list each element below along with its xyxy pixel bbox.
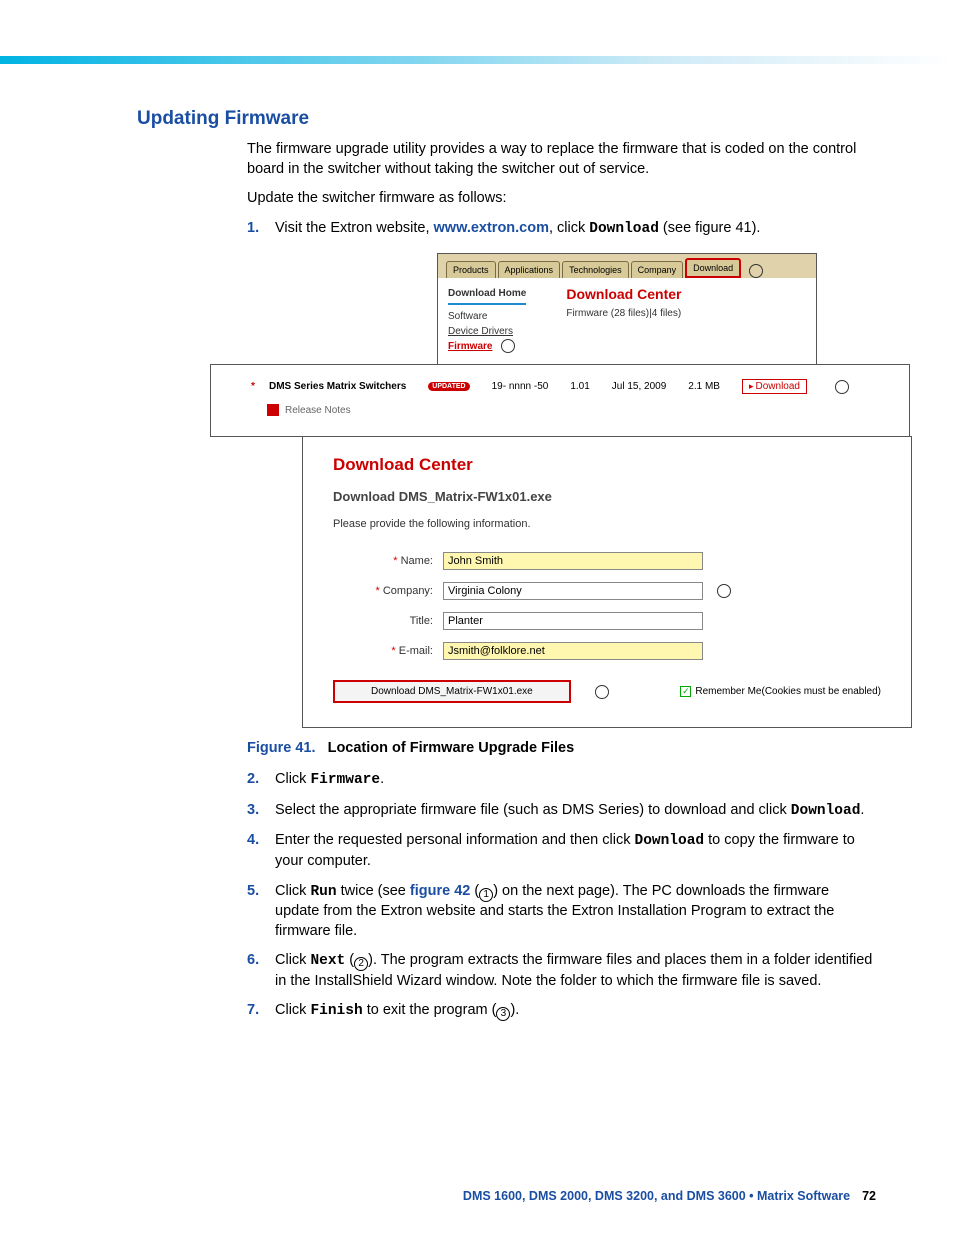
download-center-title: Download Center bbox=[566, 286, 681, 302]
hand-cursor-icon bbox=[501, 339, 515, 353]
page-footer: DMS 1600, DMS 2000, DMS 3200, and DMS 36… bbox=[463, 1189, 876, 1203]
circled-2-icon: 2 bbox=[354, 957, 368, 971]
label-company: * Company: bbox=[333, 585, 433, 597]
hand-cursor-icon bbox=[749, 264, 763, 278]
step-7-text: Click Finish to exit the program (3). bbox=[275, 1001, 877, 1022]
download-file-name: Download DMS_Matrix-FW1x01.exe bbox=[333, 489, 881, 504]
firmware-version: 1.01 bbox=[570, 381, 589, 392]
nav-firmware[interactable]: Firmware bbox=[448, 341, 492, 352]
figure-caption: Figure 41. Location of Firmware Upgrade … bbox=[247, 740, 877, 756]
tab-technologies[interactable]: Technologies bbox=[562, 261, 629, 278]
step-6-text: Click Next (2). The program extracts the… bbox=[275, 951, 877, 991]
pdf-icon bbox=[267, 404, 279, 416]
label-email: * E-mail: bbox=[333, 645, 433, 657]
website-tabs: Products Applications Technologies Compa… bbox=[438, 254, 816, 278]
step-number-7: 7. bbox=[247, 1001, 275, 1022]
firmware-part-number: 19- nnnn -50 bbox=[492, 381, 549, 392]
step-5-text: Click Run twice (see figure 42 (1) on th… bbox=[275, 882, 877, 942]
label-title: Title: bbox=[333, 615, 433, 627]
step-number-1: 1. bbox=[247, 219, 275, 240]
tab-products[interactable]: Products bbox=[446, 261, 496, 278]
hand-cursor-icon bbox=[595, 685, 609, 699]
firmware-item-name: DMS Series Matrix Switchers bbox=[269, 381, 406, 392]
top-color-bar bbox=[0, 56, 954, 64]
download-link[interactable]: Download bbox=[742, 379, 807, 394]
step-number-4: 4. bbox=[247, 831, 275, 871]
firmware-date: Jul 15, 2009 bbox=[612, 381, 667, 392]
input-name[interactable] bbox=[443, 552, 703, 570]
download-button[interactable]: Download DMS_Matrix-FW1x01.exe bbox=[333, 680, 571, 703]
extron-link[interactable]: www.extron.com bbox=[434, 220, 549, 236]
nav-software[interactable]: Software bbox=[448, 311, 487, 322]
hand-cursor-icon bbox=[717, 584, 731, 598]
label-name: * Name: bbox=[333, 555, 433, 567]
form-instruction: Please provide the following information… bbox=[333, 518, 881, 530]
tab-applications[interactable]: Applications bbox=[498, 261, 561, 278]
circled-3-icon: 3 bbox=[496, 1007, 510, 1021]
checkbox-icon: ✓ bbox=[680, 686, 691, 697]
figure-41: Products Applications Technologies Compa… bbox=[192, 253, 842, 728]
firmware-list-box: * DMS Series Matrix Switchers UPDATED 19… bbox=[210, 364, 910, 437]
nav-download-home[interactable]: Download Home bbox=[448, 286, 526, 305]
figure-42-link[interactable]: figure 42 bbox=[410, 883, 470, 899]
tab-download[interactable]: Download bbox=[685, 258, 741, 278]
nav-device-drivers[interactable]: Device Drivers bbox=[448, 326, 513, 337]
section-heading: Updating Firmware bbox=[137, 108, 877, 130]
intro-paragraph-1: The firmware upgrade utility provides a … bbox=[247, 140, 877, 179]
step-number-6: 6. bbox=[247, 951, 275, 991]
hand-cursor-icon bbox=[835, 380, 849, 394]
list-bullet-icon: * bbox=[251, 381, 255, 392]
remember-me-checkbox[interactable]: ✓ Remember Me(Cookies must be enabled) bbox=[680, 686, 881, 697]
nav-sidebar: Download Home Software Device Drivers Fi… bbox=[448, 286, 526, 354]
step-number-5: 5. bbox=[247, 882, 275, 942]
step-number-3: 3. bbox=[247, 801, 275, 822]
firmware-size: 2.1 MB bbox=[688, 381, 720, 392]
download-center-heading: Download Center bbox=[333, 455, 881, 475]
website-nav-box: Products Applications Technologies Compa… bbox=[437, 253, 817, 365]
intro-paragraph-2: Update the switcher firmware as follows: bbox=[247, 189, 877, 209]
step-number-2: 2. bbox=[247, 770, 275, 791]
input-email[interactable] bbox=[443, 642, 703, 660]
tab-company[interactable]: Company bbox=[631, 261, 684, 278]
step-1-text: Visit the Extron website, www.extron.com… bbox=[275, 219, 877, 240]
step-4-text: Enter the requested personal information… bbox=[275, 831, 877, 871]
circled-1-icon: 1 bbox=[479, 888, 493, 902]
release-notes-link[interactable]: Release Notes bbox=[285, 405, 351, 416]
input-company[interactable] bbox=[443, 582, 703, 600]
step-2-text: Click Firmware. bbox=[275, 770, 877, 791]
firmware-file-count: Firmware (28 files)|4 files) bbox=[566, 308, 681, 319]
step-3-text: Select the appropriate firmware file (su… bbox=[275, 801, 877, 822]
input-title[interactable] bbox=[443, 612, 703, 630]
updated-badge: UPDATED bbox=[428, 382, 469, 391]
download-form-box: Download Center Download DMS_Matrix-FW1x… bbox=[302, 436, 912, 728]
